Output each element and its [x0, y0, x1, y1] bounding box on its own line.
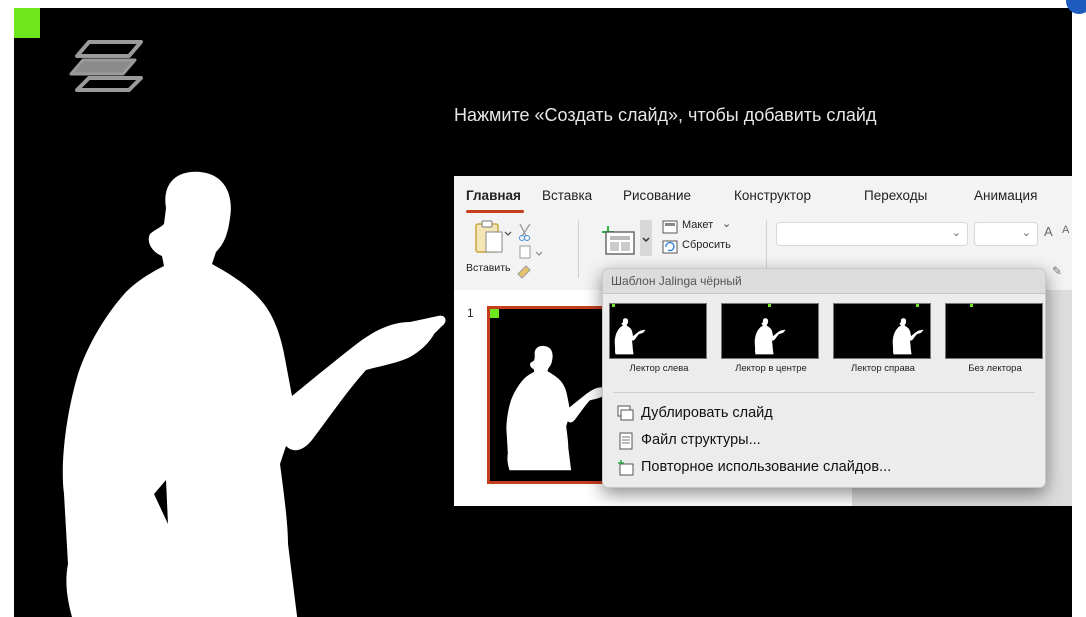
- layout-presenter-left[interactable]: Лектор слева: [606, 303, 707, 383]
- tab-animations[interactable]: Анимация: [974, 188, 1037, 203]
- layout-presenter-center[interactable]: Лектор в центре: [718, 303, 819, 383]
- reset-icon[interactable]: [662, 240, 678, 254]
- layout-thumbnail: [609, 303, 707, 359]
- tab-design[interactable]: Конструктор: [734, 188, 811, 203]
- dropdown-header: Шаблон Jalinga чёрный: [603, 269, 1045, 294]
- clipboard-tools-icon[interactable]: [514, 222, 558, 284]
- presenter-silhouette: [62, 171, 446, 617]
- outline-file-menu-item[interactable]: Файл структуры...: [617, 429, 1037, 453]
- layout-no-presenter[interactable]: Без лектора: [942, 303, 1043, 383]
- divider: [578, 220, 579, 278]
- presentation-slide: Нажмите «Создать слайд», чтобы добавить …: [14, 8, 1072, 617]
- thumbnail-accent-square: [490, 309, 499, 318]
- layout-caption: Без лектора: [968, 363, 1022, 374]
- tab-home[interactable]: Главная: [466, 188, 521, 203]
- font-family-field[interactable]: ⌄: [776, 222, 968, 246]
- logo-icon: [69, 40, 143, 92]
- tab-draw[interactable]: Рисование: [623, 188, 691, 203]
- layout-presenter-right[interactable]: Лектор справа: [830, 303, 931, 383]
- slide-instruction-text[interactable]: Нажмите «Создать слайд», чтобы добавить …: [454, 105, 876, 126]
- slide-number: 1: [467, 306, 474, 320]
- reuse-slides-icon: [618, 460, 634, 476]
- layout-caption: Лектор в центре: [735, 363, 807, 374]
- layout-caption: Лектор справа: [851, 363, 915, 374]
- accent-square: [14, 8, 40, 38]
- tab-transitions[interactable]: Переходы: [864, 188, 927, 203]
- menu-divider: [613, 392, 1035, 393]
- ribbon-tabs: Главная Вставка Рисование Конструктор Пе…: [454, 176, 1072, 214]
- decrease-font-icon[interactable]: A: [1062, 224, 1069, 236]
- menu-item-label: Дублировать слайд: [641, 405, 773, 421]
- chevron-down-icon[interactable]: ⌄: [722, 217, 731, 230]
- reset-button[interactable]: Сбросить: [682, 239, 731, 251]
- active-tab-underline: [466, 210, 524, 213]
- reuse-slides-menu-item[interactable]: Повторное использование слайдов...: [617, 456, 1037, 480]
- paste-label[interactable]: Вставить: [466, 262, 511, 274]
- tab-insert[interactable]: Вставка: [542, 188, 592, 203]
- increase-font-icon[interactable]: A: [1044, 224, 1053, 239]
- new-slide-dropdown: Шаблон Jalinga чёрный Лектор слева Лекто…: [602, 268, 1046, 488]
- layout-caption: Лектор слева: [629, 363, 689, 374]
- template-title: Шаблон Jalinga чёрный: [611, 274, 742, 288]
- menu-item-label: Повторное использование слайдов...: [641, 459, 892, 475]
- thumbnail-presenter-silhouette: [506, 345, 612, 471]
- duplicate-slide-menu-item[interactable]: Дублировать слайд: [617, 402, 1037, 426]
- font-size-field[interactable]: ⌄: [974, 222, 1038, 246]
- paste-icon[interactable]: [472, 218, 512, 258]
- new-slide-icon[interactable]: [600, 218, 652, 258]
- highlight-pen-icon[interactable]: ✎: [1052, 264, 1062, 278]
- layout-thumbnail: [721, 303, 819, 359]
- layout-icon[interactable]: [662, 220, 678, 234]
- layout-thumbnail: [833, 303, 931, 359]
- outline-file-icon: [619, 432, 633, 450]
- menu-item-label: Файл структуры...: [641, 432, 761, 448]
- duplicate-slide-icon: [617, 405, 634, 421]
- layout-thumbnail: [945, 303, 1043, 359]
- powerpoint-screenshot: Главная Вставка Рисование Конструктор Пе…: [454, 176, 1072, 506]
- layout-button[interactable]: Макет: [682, 219, 713, 231]
